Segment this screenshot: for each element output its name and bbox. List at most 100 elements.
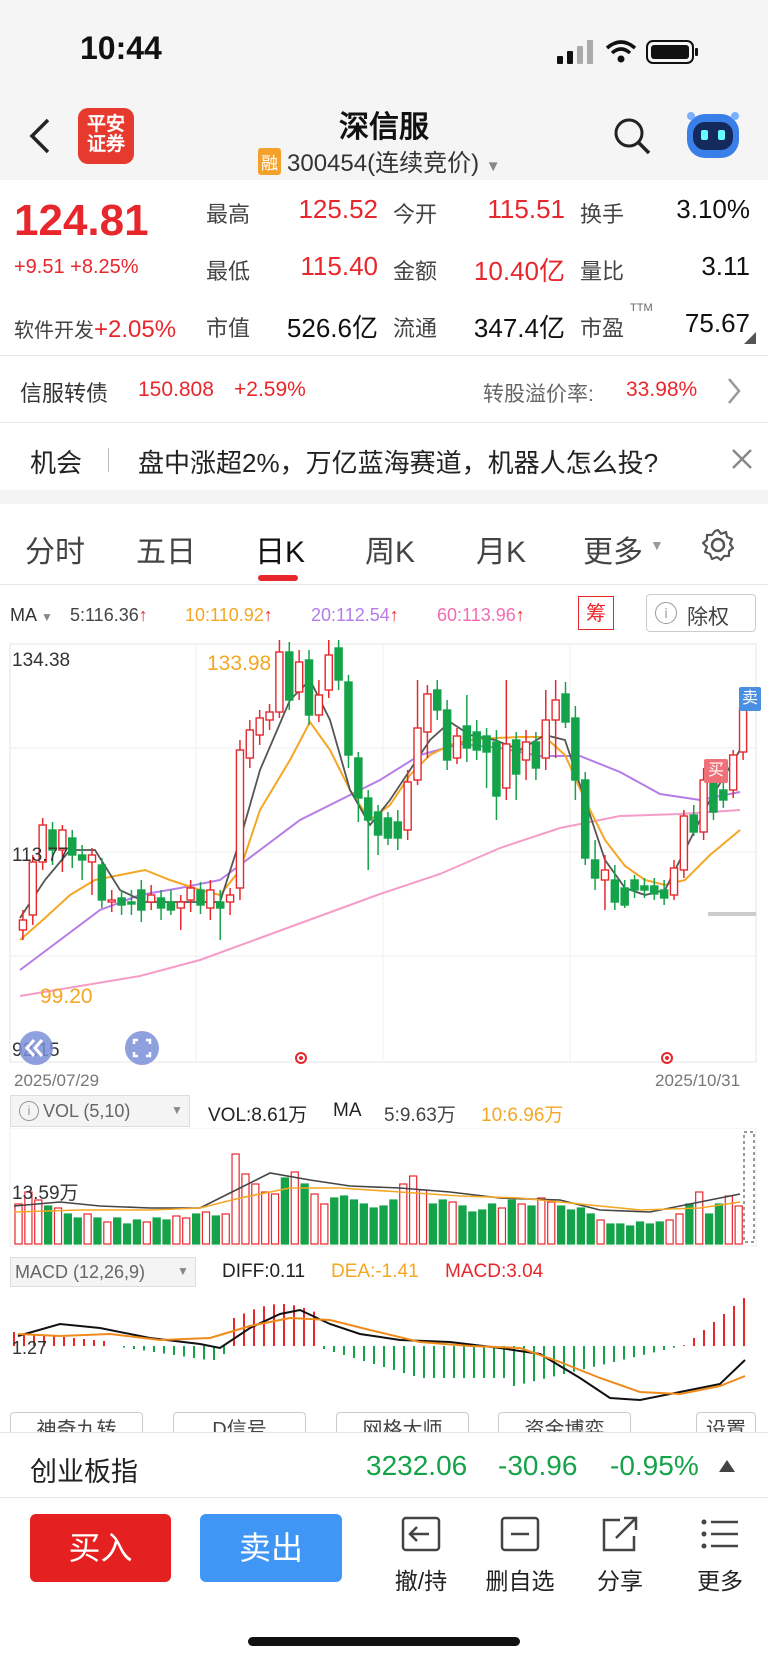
stat-value: 115.40 (300, 251, 378, 281)
volume-bar (73, 1217, 82, 1245)
gear-icon[interactable] (700, 527, 736, 563)
volume-bar (221, 1213, 230, 1245)
volume-bar (448, 1201, 457, 1245)
vol-y-label: 13.59万 (12, 1183, 79, 1204)
info-icon: i (19, 1101, 39, 1121)
stock-code[interactable]: 融 300454(连续竞价) ▼ (258, 143, 501, 178)
volume-bar (606, 1223, 615, 1245)
vol-value: VOL:8.61万 (208, 1105, 308, 1126)
indicator-tab-0[interactable]: 神奇九转 (10, 1412, 143, 1434)
stat-label: 最高 (206, 202, 251, 227)
volume-bar (320, 1203, 329, 1245)
indicator-tab-3[interactable]: 资金博弈 (498, 1412, 631, 1434)
candle-body (413, 727, 422, 781)
fuquan-button[interactable]: i 除权 (646, 594, 756, 632)
candle-body (156, 897, 166, 909)
candle-body (28, 861, 38, 916)
candle-body (68, 837, 77, 856)
tab-2[interactable]: 日K (255, 527, 305, 571)
volume-bar (478, 1209, 487, 1245)
search-icon[interactable] (612, 116, 652, 156)
caret-down-icon: ▼ (177, 1264, 189, 1278)
stat-label: 量比 (580, 259, 625, 284)
tab-3[interactable]: 周K (365, 527, 415, 571)
volume-bar (675, 1213, 684, 1245)
stat-value: 3.10% (676, 194, 750, 224)
volume-bar (527, 1205, 536, 1245)
candle-body (620, 887, 629, 906)
close-icon[interactable] (730, 447, 754, 471)
volume-bar (556, 1205, 566, 1245)
stat-label: 金额 (393, 259, 438, 284)
candle-body (117, 897, 126, 906)
volume-chart[interactable] (0, 1128, 768, 1248)
volume-bar (616, 1223, 625, 1245)
ma-selector[interactable]: MA ▼ (10, 605, 53, 626)
chip-button[interactable]: 筹 (578, 596, 614, 630)
index-value: 3232.06 (366, 1450, 468, 1481)
sector-row[interactable]: 软件开发+2.05% (14, 314, 176, 344)
vol-selector[interactable]: i VOL (5,10) ▼ (10, 1095, 190, 1127)
high-marker: 133.98 (207, 652, 272, 675)
sell-button[interactable]: 卖出 (200, 1514, 342, 1582)
buy-signal-badge[interactable]: 买 (704, 759, 728, 783)
volume-bar (635, 1221, 645, 1245)
y-axis-top: 134.38 (12, 650, 71, 671)
news-headline[interactable]: 盘中涨超2%，万亿蓝海赛道，机器人怎么投? (138, 443, 658, 480)
premium-value: 33.98% (626, 378, 698, 401)
volume-bar (507, 1199, 516, 1245)
caret-down-icon: ▼ (485, 158, 501, 175)
indicator-tab-2[interactable]: 网格大师 (336, 1412, 469, 1434)
indicator-tab-1[interactable]: D信号 (173, 1412, 306, 1434)
index-name: 创业板指 (30, 1457, 138, 1487)
robot-assistant-icon[interactable] (683, 108, 743, 162)
candle-body (433, 689, 442, 711)
volume-bar (586, 1213, 595, 1245)
candle-body (492, 741, 501, 797)
candle-body (206, 889, 215, 909)
zoom-icon[interactable] (124, 1030, 160, 1066)
sell-signal-badge[interactable]: 卖 (739, 687, 761, 711)
macd-selector[interactable]: MACD (12,26,9) ▼ (10, 1257, 196, 1287)
volume-bar (626, 1225, 635, 1245)
candle-body (600, 869, 610, 881)
volume-bar (379, 1205, 388, 1245)
y-axis-mid: 113.77 (12, 845, 69, 866)
more-button[interactable]: 更多 (675, 1562, 765, 1596)
tab-4[interactable]: 月K (476, 527, 526, 571)
indicator-tab-4[interactable]: 设置 (696, 1412, 756, 1434)
news-tag: 机会 (30, 448, 83, 478)
candle-body (590, 859, 600, 879)
divider (0, 355, 768, 356)
volume-bar (389, 1199, 398, 1245)
volume-bar (566, 1209, 576, 1245)
share-button[interactable]: 分享 (575, 1562, 665, 1596)
section-gap (0, 490, 768, 504)
event-marker-icon[interactable] (659, 1050, 675, 1066)
volume-bar (63, 1213, 73, 1245)
macd-chart[interactable] (0, 1288, 768, 1408)
tab-5[interactable]: 更多 (583, 527, 643, 571)
event-marker-icon[interactable] (293, 1050, 309, 1066)
volume-bar (172, 1215, 181, 1245)
chevron-right-icon[interactable] (726, 376, 742, 406)
withdraw-button[interactable]: 撤/持 (376, 1562, 466, 1596)
kline-chart[interactable] (0, 640, 768, 1080)
macd-y-label: 1.27 (12, 1338, 48, 1358)
remove-watchlist-button[interactable]: 删自选 (475, 1562, 565, 1596)
caret-up-icon[interactable] (718, 1458, 736, 1474)
stat-label: 市值 (206, 316, 251, 341)
candle-body (186, 887, 195, 901)
candle-body (482, 735, 491, 753)
candle-body (709, 781, 718, 813)
candle-body (225, 894, 235, 903)
ma20-value: 20:112.54↑ (311, 605, 399, 625)
stat-value: 526.6亿 (286, 313, 378, 343)
scroll-left-icon[interactable] (18, 1030, 54, 1066)
tab-0[interactable]: 分时 (25, 527, 85, 571)
stock-name: 深信服 (339, 111, 429, 144)
tab-1[interactable]: 五日 (136, 527, 196, 571)
index-pct: -0.95% (610, 1450, 699, 1481)
candle-body (383, 817, 393, 839)
buy-button[interactable]: 买入 (30, 1514, 171, 1582)
